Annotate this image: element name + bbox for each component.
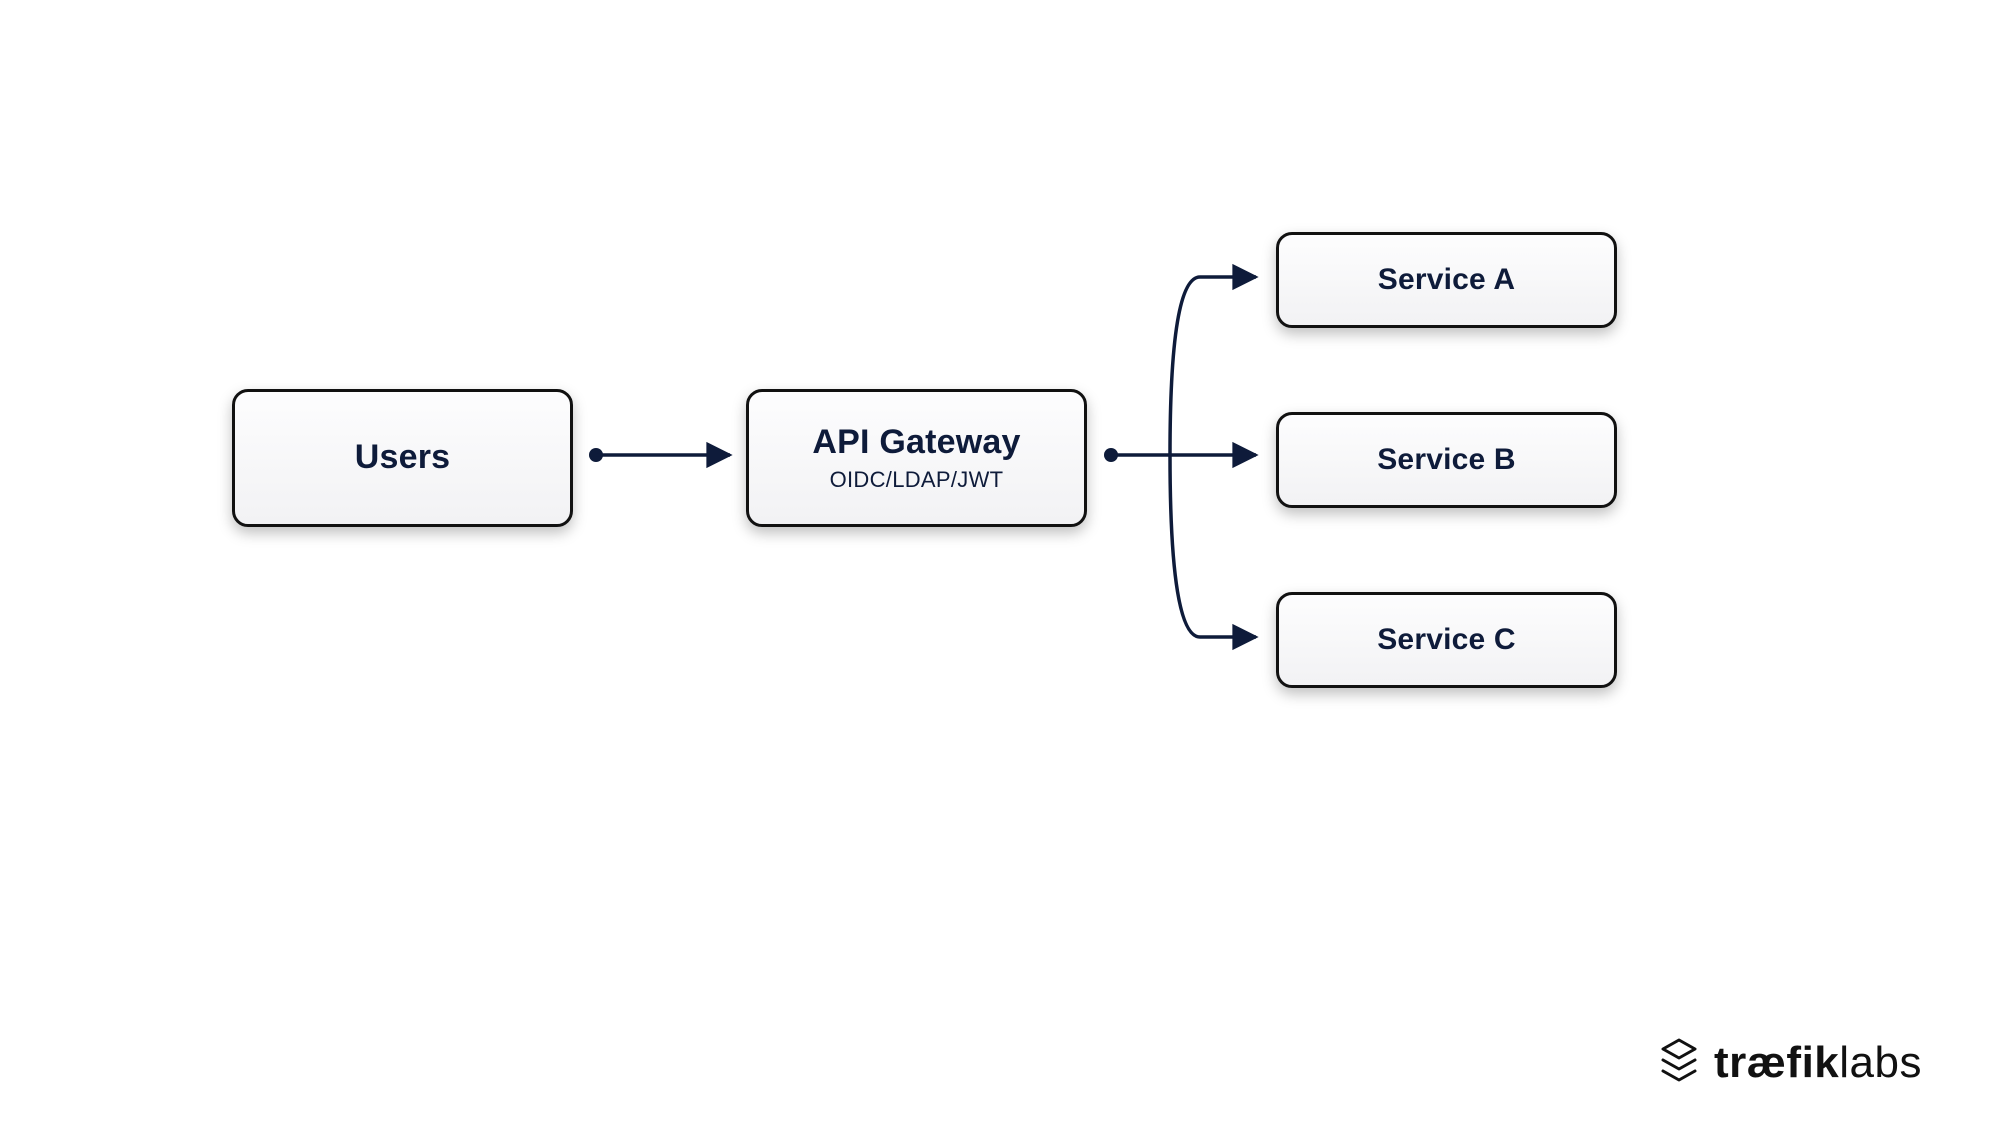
brand-logo-text-thin: labs [1839, 1038, 1922, 1087]
node-users-title: Users [355, 438, 451, 477]
node-service-b-title: Service B [1377, 443, 1516, 478]
connector-gateway-fanout [1104, 277, 1256, 637]
node-service-a-title: Service A [1378, 263, 1515, 298]
brand-logo-text-bold: træfik [1714, 1038, 1839, 1087]
connector-users-to-gateway [589, 448, 730, 462]
node-service-a: Service A [1276, 232, 1617, 328]
node-service-c: Service C [1276, 592, 1617, 688]
brand-logo-icon [1658, 1036, 1700, 1089]
brand-logo: træfiklabs [1658, 1036, 1922, 1089]
connectors-layer [0, 0, 2000, 1133]
node-service-c-title: Service C [1377, 623, 1516, 658]
node-api-gateway-title: API Gateway [812, 423, 1020, 462]
node-api-gateway-subtitle: OIDC/LDAP/JWT [830, 467, 1004, 493]
node-service-b: Service B [1276, 412, 1617, 508]
node-users: Users [232, 389, 573, 527]
brand-logo-text: træfiklabs [1714, 1038, 1922, 1088]
node-api-gateway: API Gateway OIDC/LDAP/JWT [746, 389, 1087, 527]
